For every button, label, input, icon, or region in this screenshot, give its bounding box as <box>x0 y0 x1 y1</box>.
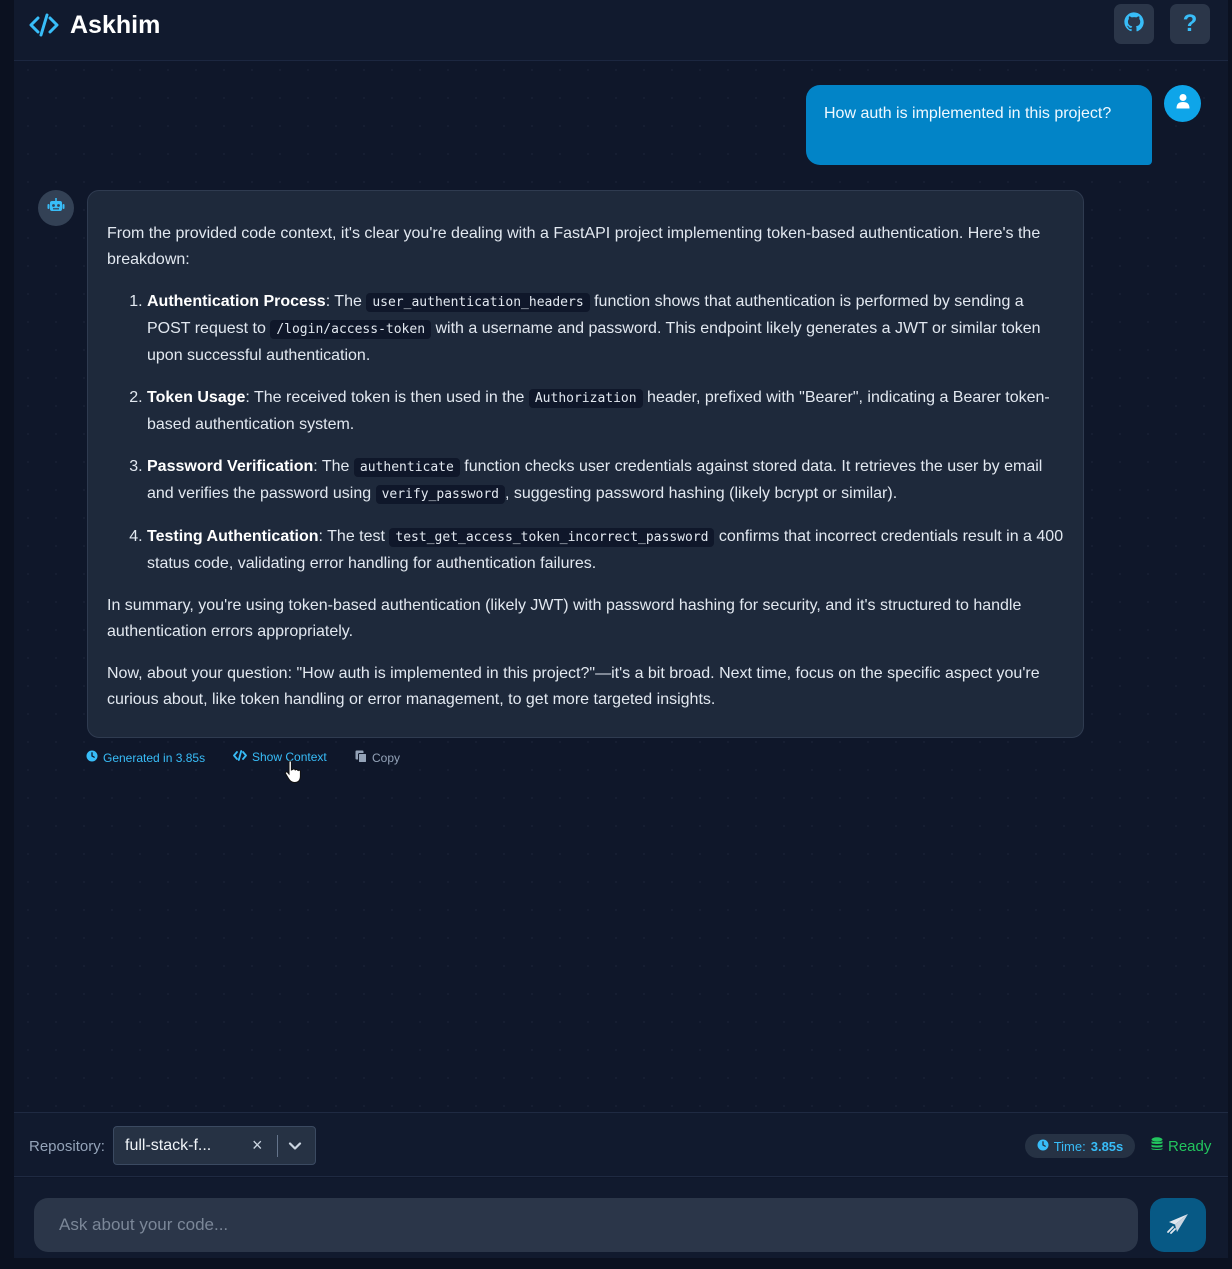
bot-message-card: From the provided code context, it's cle… <box>87 190 1084 738</box>
robot-icon <box>47 197 65 219</box>
pointer-cursor-icon <box>284 760 302 789</box>
repository-selected-value: full-stack-f... <box>125 1137 212 1154</box>
user-message-text: How auth is implemented in this project? <box>824 105 1112 122</box>
github-icon <box>1123 11 1145 38</box>
header: Askhim ? <box>14 0 1228 61</box>
repository-bar: Repository: full-stack-f... × Time: 3.85… <box>14 1112 1228 1177</box>
list-item-title: Token Usage <box>147 389 246 406</box>
list-item-text: : The <box>313 458 354 475</box>
list-item-text: : The test <box>318 528 390 545</box>
database-icon <box>1151 1137 1163 1155</box>
repository-label: Repository: <box>29 1138 105 1155</box>
copy-icon <box>355 750 367 766</box>
show-context-button[interactable]: Show Context <box>233 750 327 764</box>
code-icon <box>29 12 59 38</box>
chevron-down-icon[interactable] <box>288 1139 302 1157</box>
time-badge: Time: 3.85s <box>1025 1134 1135 1158</box>
copy-label: Copy <box>372 751 401 765</box>
generated-time-text: Generated in 3.85s <box>103 750 206 765</box>
time-value: 3.85s <box>1090 1138 1124 1154</box>
chat-input[interactable] <box>34 1198 1138 1252</box>
list-item-title: Authentication Process <box>147 293 326 310</box>
list-item: Authentication Process: The user_authent… <box>147 289 1065 369</box>
clear-selection-icon[interactable]: × <box>252 1135 263 1156</box>
inline-code: test_get_access_token_incorrect_password <box>389 528 715 547</box>
list-item: Testing Authentication: The test test_ge… <box>147 524 1065 577</box>
list-item-title: Password Verification <box>147 458 314 475</box>
help-icon: ? <box>1182 10 1198 37</box>
generated-time: Generated in 3.85s <box>86 750 205 765</box>
bot-avatar <box>38 190 74 226</box>
list-item: Token Usage: The received token is then … <box>147 385 1065 438</box>
github-button[interactable] <box>1114 4 1154 44</box>
list-item-text: : The received token is then used in the <box>245 389 529 406</box>
list-item-title: Testing Authentication <box>147 528 319 545</box>
help-button[interactable]: ? <box>1170 4 1210 44</box>
bot-summary: In summary, you're using token-based aut… <box>107 597 1022 640</box>
status-indicator: Ready <box>1151 1137 1211 1155</box>
list-item: Password Verification: The authenticate … <box>147 454 1065 508</box>
inline-code: /login/access-token <box>270 320 432 339</box>
user-avatar <box>1164 85 1201 122</box>
clock-icon <box>86 750 98 765</box>
list-item-text: : The <box>325 293 367 310</box>
inline-code: Authorization <box>528 389 643 408</box>
bot-intro: From the provided code context, it's cle… <box>107 225 1041 268</box>
chat-input-area <box>14 1178 1228 1258</box>
clock-icon <box>1037 1139 1049 1154</box>
list-item-text: , suggesting password hashing (likely bc… <box>504 485 898 502</box>
bot-breakdown-list: Authentication Process: The user_authent… <box>107 289 1065 577</box>
send-icon <box>1166 1212 1190 1239</box>
code-icon <box>233 750 247 764</box>
app-title: Askhim <box>70 11 161 39</box>
inline-code: authenticate <box>353 458 460 477</box>
repository-select[interactable]: full-stack-f... × <box>113 1126 316 1165</box>
inline-code: verify_password <box>375 485 505 504</box>
copy-button[interactable]: Copy <box>355 750 400 766</box>
user-message-bubble: How auth is implemented in this project? <box>806 85 1152 165</box>
user-icon <box>1175 93 1191 114</box>
bot-closing: Now, about your question: "How auth is i… <box>107 665 1040 708</box>
status-text: Ready <box>1168 1137 1212 1155</box>
send-button[interactable] <box>1150 1198 1206 1252</box>
app-window: Askhim ? How auth is implemented in this… <box>14 0 1228 1258</box>
inline-code: user_authentication_headers <box>366 293 590 312</box>
time-label: Time: <box>1053 1138 1086 1154</box>
select-divider <box>277 1135 278 1157</box>
